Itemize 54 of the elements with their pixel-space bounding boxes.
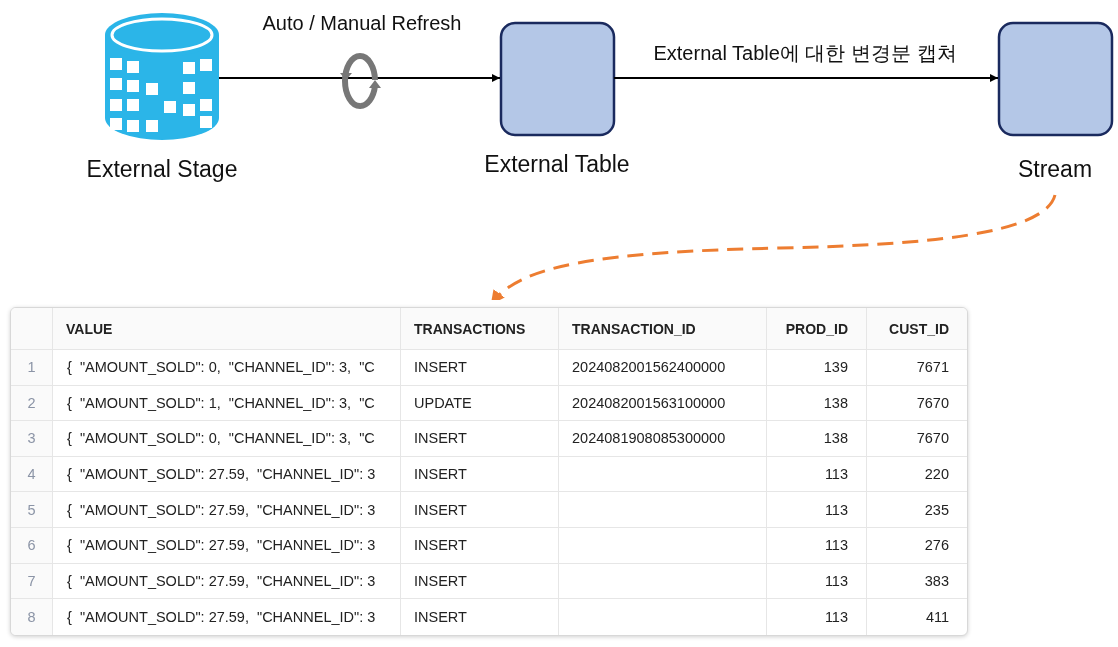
table-cell: INSERT [401, 421, 559, 457]
table-cell: 139 [767, 350, 867, 386]
node-label: External Table [484, 151, 630, 178]
row-number: 6 [11, 527, 53, 564]
edge-label: External Table에 대한 변경분 캡쳐 [653, 41, 957, 66]
table-cell: { "AMOUNT_SOLD": 27.59, "CHANNEL_ID": 3 [53, 527, 401, 564]
row-number: 2 [11, 385, 53, 422]
table-cell: INSERT [401, 350, 559, 386]
table-cell: INSERT [401, 599, 559, 635]
table-cell: 383 [867, 563, 967, 600]
row-number: 3 [11, 421, 53, 457]
table-cell: { "AMOUNT_SOLD": 27.59, "CHANNEL_ID": 3 [53, 563, 401, 600]
table-cell: 7670 [867, 421, 967, 457]
row-number: 1 [11, 350, 53, 386]
table-cell: 7670 [867, 385, 967, 422]
row-number: 5 [11, 492, 53, 528]
table-cell: 276 [867, 527, 967, 564]
table-cell-text: 411 [924, 607, 950, 627]
table-cell: 220 [867, 456, 967, 493]
column-header: TRANSACTIONS [401, 308, 559, 350]
row-number: 7 [11, 563, 53, 600]
table-cell: 113 [767, 599, 867, 635]
table-cell: { "AMOUNT_SOLD": 1, "CHANNEL_ID": 3, "C [53, 385, 401, 422]
table-cell: INSERT [401, 456, 559, 493]
table-cell: { "AMOUNT_SOLD": 27.59, "CHANNEL_ID": 3 [53, 492, 401, 528]
column-header: TRANSACTION_ID [559, 308, 767, 350]
node-label: External Stage [86, 156, 238, 183]
table-cell: 2024082001562400000 [559, 350, 767, 386]
table-cell: 7671 [867, 350, 967, 386]
column-header: PROD_ID [767, 308, 867, 350]
table-cell: INSERT [401, 563, 559, 600]
table-cell: 2024081908085300000 [559, 421, 767, 457]
column-header: VALUE [53, 308, 401, 350]
edge-label: Auto / Manual Refresh [262, 12, 462, 35]
table-cell: 113 [767, 527, 867, 564]
table-cell: { "AMOUNT_SOLD": 27.59, "CHANNEL_ID": 3 [53, 456, 401, 493]
row-number: 4 [11, 456, 53, 493]
table-cell: 113 [767, 492, 867, 528]
table-cell: UPDATE [401, 385, 559, 422]
table-cell: 138 [767, 421, 867, 457]
table-cell: INSERT [401, 527, 559, 564]
node-label: Stream [1017, 156, 1093, 183]
database-icon [105, 13, 219, 140]
table-cell: { "AMOUNT_SOLD": 0, "CHANNEL_ID": 3, "C [53, 421, 401, 457]
row-number: 8 [11, 599, 53, 635]
table-cell: 2024082001563100000 [559, 385, 767, 422]
table-cell: 138 [767, 385, 867, 422]
table-cell: 235 [867, 492, 967, 528]
column-header: CUST_ID [867, 308, 967, 350]
table-cell: 113 [767, 563, 867, 600]
table-cell: INSERT [401, 492, 559, 528]
table-cell: 113 [767, 456, 867, 493]
table-cell: { "AMOUNT_SOLD": 27.59, "CHANNEL_ID": 3 [53, 599, 401, 635]
table-cell: { "AMOUNT_SOLD": 0, "CHANNEL_ID": 3, "C [53, 350, 401, 386]
